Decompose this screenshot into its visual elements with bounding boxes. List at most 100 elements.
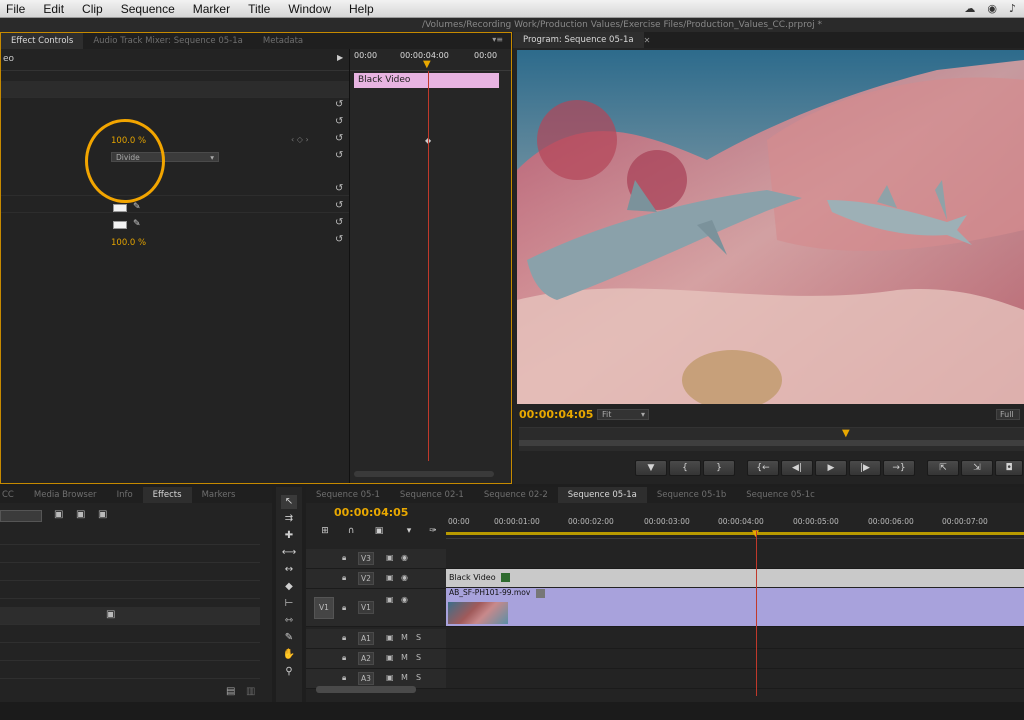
- panel-menu-icon[interactable]: ▾≡: [492, 35, 503, 44]
- sync-lock-icon[interactable]: ▣: [386, 653, 394, 662]
- tab-program[interactable]: Program: Sequence 05-1a: [513, 32, 644, 48]
- reset-icon[interactable]: ↺: [335, 217, 343, 228]
- list-item[interactable]: [0, 527, 260, 545]
- menu-sequence[interactable]: Sequence: [121, 2, 175, 16]
- tab-sequence[interactable]: Sequence 05-1b: [647, 487, 736, 503]
- lock-icon[interactable]: 🔒︎: [342, 633, 346, 643]
- mark-out-button[interactable]: }: [703, 460, 735, 476]
- menu-help[interactable]: Help: [349, 2, 374, 16]
- add-marker-icon[interactable]: ▾: [402, 526, 416, 538]
- monitor-scrub-bar[interactable]: ▼: [519, 427, 1024, 451]
- lock-icon[interactable]: 🔒︎: [342, 553, 346, 563]
- effect-scrollbar[interactable]: [354, 471, 494, 477]
- tab-sequence[interactable]: Sequence 05-1: [306, 487, 390, 503]
- tab-sequence-active[interactable]: Sequence 05-1a: [557, 487, 647, 503]
- export-frame-button[interactable]: ◘: [995, 460, 1023, 476]
- clip-video[interactable]: AB_SF-PH101-99.mov: [446, 588, 1024, 626]
- list-item[interactable]: [0, 625, 260, 643]
- menu-title[interactable]: Title: [248, 2, 270, 16]
- overwrite-button[interactable]: ⇲: [961, 460, 993, 476]
- effects-search-input[interactable]: [0, 510, 42, 522]
- wifi-icon[interactable]: ◉: [987, 2, 997, 15]
- snap-icon[interactable]: ∩: [344, 526, 358, 538]
- rolling-edit-tool-icon[interactable]: ⟷: [281, 546, 297, 560]
- zoom-tool-icon[interactable]: ⚲: [281, 665, 297, 679]
- sync-lock-icon[interactable]: ▣: [386, 673, 394, 682]
- go-to-in-button[interactable]: {←: [747, 460, 779, 476]
- menu-marker[interactable]: Marker: [193, 2, 230, 16]
- play-button[interactable]: ▶: [815, 460, 847, 476]
- step-forward-button[interactable]: |▶: [849, 460, 881, 476]
- menu-clip[interactable]: Clip: [82, 2, 103, 16]
- slip-tool-icon[interactable]: ⊢: [281, 597, 297, 611]
- tab-sequence[interactable]: Sequence 02-1: [390, 487, 474, 503]
- track-select-tool-icon[interactable]: ⇉: [281, 512, 297, 526]
- razor-tool-icon[interactable]: ◆: [281, 580, 297, 594]
- reset-icon[interactable]: ↺: [335, 234, 343, 245]
- playhead-marker[interactable]: ▼: [423, 59, 431, 70]
- track-target-v2[interactable]: V2: [358, 572, 374, 585]
- keyframe-nav[interactable]: ‹ ◇ ›: [291, 135, 309, 144]
- mute-icon[interactable]: M: [401, 633, 408, 642]
- menu-file[interactable]: File: [6, 2, 25, 16]
- color-swatch[interactable]: [113, 204, 127, 212]
- delete-icon[interactable]: ▥: [246, 686, 255, 697]
- step-back-button[interactable]: ◀|: [781, 460, 813, 476]
- linked-selection-icon[interactable]: ▣: [372, 526, 386, 538]
- list-item[interactable]: [0, 661, 260, 679]
- close-icon[interactable]: ✕: [644, 36, 651, 45]
- timeline-ruler[interactable]: 00:00 00:00:01:00 00:00:02:00 00:00:03:0…: [446, 517, 1024, 539]
- 32bit-effects-icon[interactable]: ▣: [76, 509, 85, 520]
- add-marker-button[interactable]: ▼: [635, 460, 667, 476]
- selection-tool-icon[interactable]: ↖: [281, 495, 297, 509]
- sync-lock-icon[interactable]: ▣: [386, 595, 394, 604]
- timeline-playhead[interactable]: [756, 531, 757, 696]
- tab-markers[interactable]: Markers: [192, 487, 246, 503]
- insert-button[interactable]: ⇱: [927, 460, 959, 476]
- amount-value[interactable]: 100.0 %: [111, 238, 146, 248]
- pen-tool-icon[interactable]: ✎: [281, 631, 297, 645]
- new-folder-icon[interactable]: ▤: [226, 686, 235, 697]
- sync-lock-icon[interactable]: ▣: [386, 633, 394, 642]
- volume-icon[interactable]: ♪: [1009, 2, 1016, 15]
- hand-tool-icon[interactable]: ✋: [281, 648, 297, 662]
- wrench-icon[interactable]: ✑: [426, 526, 440, 538]
- tab-audio-track-mixer[interactable]: Audio Track Mixer: Sequence 05-1a: [83, 33, 253, 49]
- tab-info[interactable]: Info: [107, 487, 143, 503]
- list-item[interactable]: ▣: [0, 607, 260, 625]
- tab-effect-controls[interactable]: Effect Controls: [1, 33, 84, 49]
- eyedropper-icon[interactable]: ✎: [133, 202, 141, 212]
- slide-tool-icon[interactable]: ⇿: [281, 614, 297, 628]
- scrub-track[interactable]: [519, 440, 1024, 446]
- sync-lock-icon[interactable]: ▣: [386, 553, 394, 562]
- solo-icon[interactable]: S: [416, 673, 421, 682]
- list-item[interactable]: [0, 643, 260, 661]
- eye-icon[interactable]: ◉: [401, 553, 408, 562]
- cloud-icon[interactable]: ☁: [964, 2, 975, 15]
- track-target-a2[interactable]: A2: [358, 652, 374, 665]
- tab-sequence[interactable]: Sequence 05-1c: [736, 487, 825, 503]
- eyedropper-icon[interactable]: ✎: [133, 219, 141, 229]
- yuv-effects-icon[interactable]: ▣: [98, 509, 107, 520]
- reset-icon[interactable]: ↺: [335, 133, 343, 144]
- track-target-a3[interactable]: A3: [358, 672, 374, 685]
- clip-black-video[interactable]: Black Video: [446, 569, 1024, 587]
- source-patch-v1[interactable]: V1: [314, 597, 334, 619]
- reset-icon[interactable]: ↺: [335, 150, 343, 161]
- track-target-a1[interactable]: A1: [358, 632, 374, 645]
- accelerated-effects-icon[interactable]: ▣: [54, 509, 63, 520]
- lock-icon[interactable]: 🔒︎: [342, 603, 346, 613]
- menu-edit[interactable]: Edit: [43, 2, 64, 16]
- eye-icon[interactable]: ◉: [401, 595, 408, 604]
- tab-metadata[interactable]: Metadata: [253, 33, 313, 49]
- play-triangle-icon[interactable]: ▶: [337, 53, 343, 62]
- lock-icon[interactable]: 🔒︎: [342, 653, 346, 663]
- eye-icon[interactable]: ◉: [401, 573, 408, 582]
- lock-icon[interactable]: 🔒︎: [342, 673, 346, 683]
- effect-ruler[interactable]: 00:00 00:00:04:00 00:00 ▼: [350, 49, 511, 71]
- lock-icon[interactable]: 🔒︎: [342, 573, 346, 583]
- resolution-select[interactable]: Full: [996, 409, 1020, 420]
- list-item[interactable]: [0, 563, 260, 581]
- tab-media-browser[interactable]: Media Browser: [24, 487, 107, 503]
- color-swatch[interactable]: [113, 221, 127, 229]
